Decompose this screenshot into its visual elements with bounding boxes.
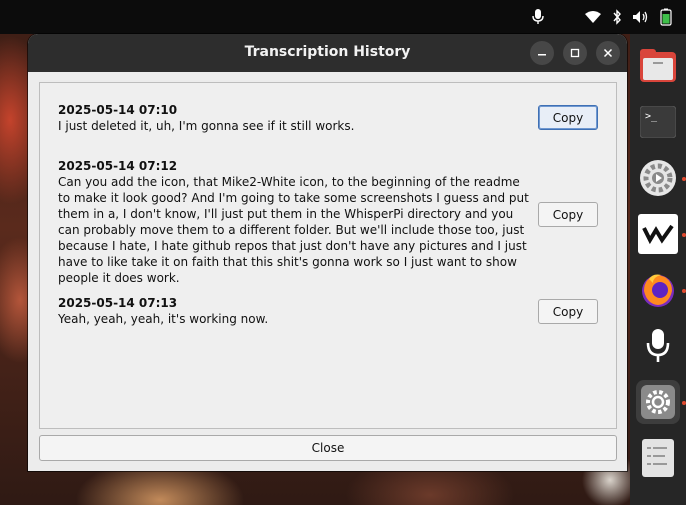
minimize-button[interactable] (530, 41, 554, 65)
transcription-history-window: Transcription History 2025-05-14 07:10 I… (28, 34, 627, 471)
firefox-icon[interactable] (636, 268, 680, 312)
bluetooth-icon[interactable] (612, 9, 622, 25)
history-entry: 2025-05-14 07:13 Yeah, yeah, yeah, it's … (58, 295, 533, 327)
entry-timestamp: 2025-05-14 07:13 (58, 296, 178, 310)
system-tray (532, 0, 686, 34)
settings-icon[interactable] (636, 380, 680, 424)
settings-app-icon[interactable] (636, 156, 680, 200)
minimize-icon (538, 54, 546, 56)
w-app-icon[interactable] (636, 212, 680, 256)
text-editor-icon[interactable] (636, 436, 680, 480)
entry-timestamp: 2025-05-14 07:10 (58, 103, 178, 117)
microphone-icon[interactable] (532, 9, 544, 25)
running-indicator (682, 177, 686, 181)
entry-text: I just deleted it, uh, I'm gonna see if … (58, 119, 355, 133)
entry-text: Can you add the icon, that Mike2-White i… (58, 175, 533, 285)
battery-icon[interactable] (660, 8, 672, 26)
history-entry: 2025-05-14 07:10 I just deleted it, uh, … (58, 102, 533, 134)
entry-text: Yeah, yeah, yeah, it's working now. (58, 312, 269, 326)
copy-button[interactable]: Copy (538, 105, 598, 130)
volume-icon[interactable] (632, 10, 650, 24)
copy-button[interactable]: Copy (538, 202, 598, 227)
close-icon (603, 48, 613, 58)
close-button[interactable]: Close (39, 435, 617, 461)
copy-button[interactable]: Copy (538, 299, 598, 324)
maximize-button[interactable] (563, 41, 587, 65)
microphone-app-icon[interactable] (636, 324, 680, 368)
running-indicator (682, 289, 686, 293)
files-icon[interactable] (636, 44, 680, 88)
svg-text:>_: >_ (645, 111, 658, 122)
dock: >_ (630, 34, 686, 505)
wifi-icon[interactable] (584, 10, 602, 24)
history-entry: 2025-05-14 07:12 Can you add the icon, t… (58, 158, 533, 286)
window-close-button[interactable] (596, 41, 620, 65)
running-indicator (682, 233, 686, 237)
entry-timestamp: 2025-05-14 07:12 (58, 159, 178, 173)
top-bar (0, 0, 686, 34)
history-list: 2025-05-14 07:10 I just deleted it, uh, … (39, 82, 617, 429)
titlebar: Transcription History (28, 34, 627, 72)
running-indicator (682, 401, 686, 405)
terminal-icon[interactable]: >_ (636, 100, 680, 144)
maximize-icon (570, 48, 580, 58)
